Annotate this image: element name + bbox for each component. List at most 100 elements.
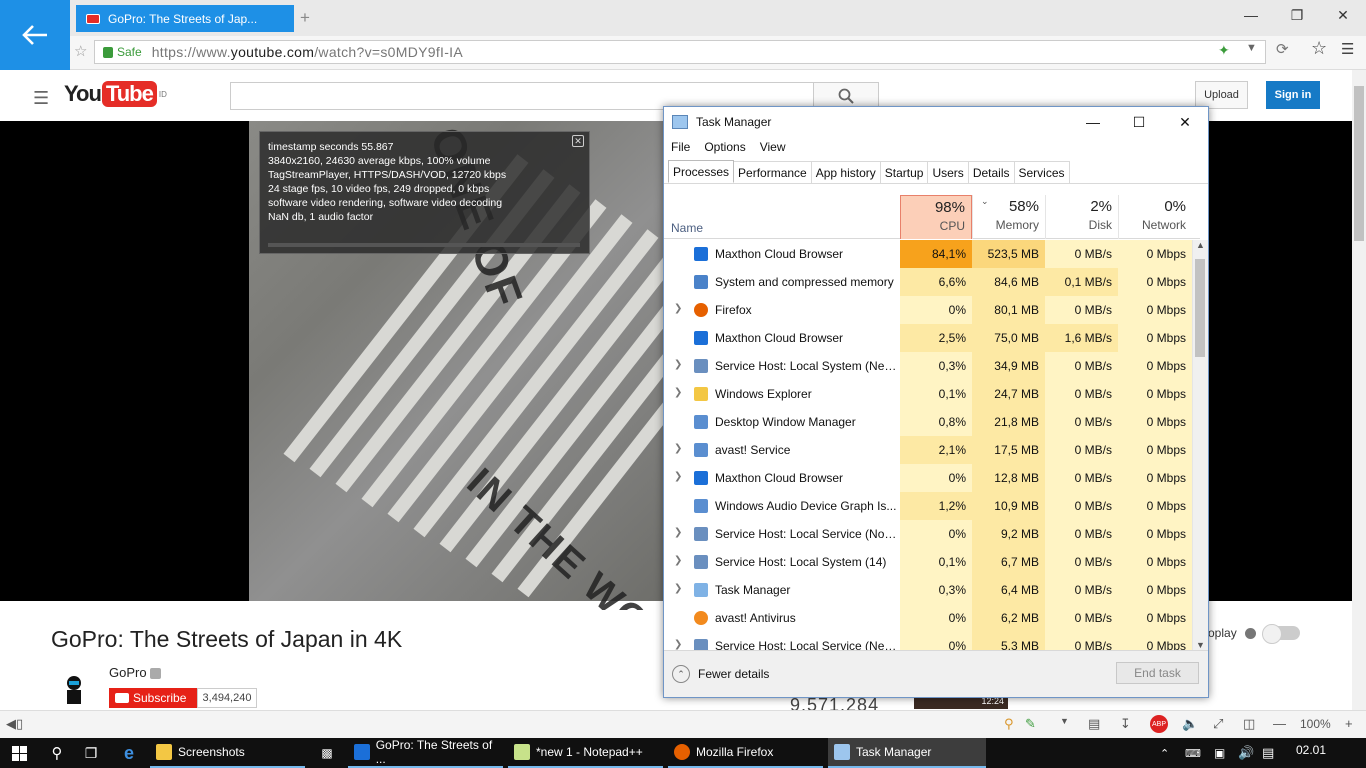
expand-chevron-icon[interactable]: ❯ <box>674 303 682 314</box>
process-list-scrollbar-thumb[interactable] <box>1195 259 1205 357</box>
taskbar-item-task-manager[interactable]: Task Manager <box>828 738 986 768</box>
menu-file[interactable]: File <box>671 140 690 154</box>
page-scrollbar-thumb[interactable] <box>1354 86 1364 241</box>
process-row[interactable]: ❯ Service Host: Local Service (No ... 0% 9,… <box>664 520 1192 548</box>
dropdown-icon[interactable]: ▼ <box>1060 716 1069 726</box>
favorites-star-icon[interactable]: ☆ <box>1311 38 1327 59</box>
tab-performance[interactable]: Performance <box>733 161 812 183</box>
close-button[interactable]: ✕ <box>1320 0 1366 30</box>
zoom-out-icon[interactable]: — <box>1273 716 1286 731</box>
expand-chevron-icon[interactable]: ❯ <box>674 639 682 650</box>
tab-processes[interactable]: Processes <box>668 160 735 183</box>
taskbar-item-screenshots[interactable]: Screenshots <box>150 738 305 768</box>
autoplay-toggle[interactable] <box>1261 624 1300 644</box>
process-disk: 0 MB/s <box>1045 240 1118 268</box>
search-icon[interactable]: ⚲ <box>44 738 70 768</box>
extension-icon[interactable]: ✎ <box>1025 716 1036 732</box>
tab-services[interactable]: Services <box>1013 161 1070 183</box>
browser-menu-icon[interactable]: ☰ <box>1341 40 1354 58</box>
zoom-in-icon[interactable]: + <box>1345 716 1353 731</box>
tray-chevron-icon[interactable]: ⌃ <box>1160 738 1169 768</box>
subscribe-button[interactable]: Subscribe <box>109 688 197 708</box>
back-button[interactable] <box>0 0 70 70</box>
menu-view[interactable]: View <box>760 140 786 154</box>
youtube-logo[interactable]: You Tube ID <box>64 81 167 107</box>
tab-users[interactable]: Users <box>927 161 969 183</box>
star-outline-icon[interactable]: ☆ <box>74 42 87 60</box>
taskbar-clock[interactable]: 02.01 <box>1296 743 1326 757</box>
adblock-icon[interactable]: ABP <box>1150 715 1168 733</box>
tm-minimize-button[interactable]: — <box>1070 107 1116 137</box>
dropdown-icon[interactable]: ▼ <box>1246 42 1257 54</box>
fewer-details-button[interactable]: ⌃ Fewer details <box>672 665 769 683</box>
expand-chevron-icon[interactable]: ❯ <box>674 359 682 370</box>
ime-icon[interactable]: ⌨ <box>1185 738 1201 768</box>
column-header-memory[interactable]: ⌄ 58% Memory <box>972 195 1045 239</box>
process-row[interactable]: Maxthon Cloud Browser 84,1% 523,5 MB 0 MB/s… <box>664 240 1192 268</box>
process-row[interactable]: Windows Audio Device Graph Is... 1,2% 10,9… <box>664 492 1192 520</box>
expand-chevron-icon[interactable]: ❯ <box>674 387 682 398</box>
guide-menu-icon[interactable]: ☰ <box>33 88 49 109</box>
process-row[interactable]: ❯ avast! Service 2,1% 17,5 MB 0 MB/s 0 Mbps <box>664 436 1192 464</box>
tm-close-button[interactable]: ✕ <box>1162 107 1208 137</box>
split-view-icon[interactable]: ◫ <box>1243 716 1255 732</box>
network-icon[interactable]: ▣ <box>1214 738 1225 768</box>
plugin-icon[interactable]: ✦ <box>1218 42 1230 59</box>
menu-options[interactable]: Options <box>704 140 745 154</box>
notification-icon[interactable]: ▤ <box>1262 738 1274 768</box>
scroll-down-icon[interactable]: ▼ <box>1196 640 1205 650</box>
minimize-button[interactable]: — <box>1228 0 1274 30</box>
process-row[interactable]: avast! Antivirus 0% 6,2 MB 0 MB/s 0 Mbps <box>664 604 1192 632</box>
edge-icon[interactable]: e <box>116 738 142 768</box>
column-header-disk[interactable]: 2% Disk <box>1045 195 1118 239</box>
new-tab-button[interactable]: + <box>300 8 310 28</box>
process-row[interactable]: Desktop Window Manager 0,8% 21,8 MB 0 MB/s 0… <box>664 408 1192 436</box>
process-row[interactable]: ❯ Task Manager 0,3% 6,4 MB 0 MB/s 0 Mbps <box>664 576 1192 604</box>
column-header-cpu[interactable]: 98% CPU <box>900 195 972 239</box>
refresh-icon[interactable]: ⟳ <box>1276 40 1289 58</box>
process-row[interactable]: System and compressed memory 6,6% 84,6 MB 0… <box>664 268 1192 296</box>
start-button[interactable] <box>4 738 34 768</box>
sign-in-button[interactable]: Sign in <box>1266 81 1320 109</box>
activity-icon[interactable]: ▤ <box>1088 716 1100 732</box>
scroll-up-icon[interactable]: ▲ <box>1196 240 1205 250</box>
address-bar[interactable]: Safe https://www.youtube.com/watch?v=s0M… <box>94 40 1266 64</box>
column-header-name[interactable]: Name <box>671 221 703 235</box>
tab-app-history[interactable]: App history <box>810 161 881 183</box>
store-icon[interactable]: ▩ <box>314 738 340 768</box>
process-row[interactable]: Maxthon Cloud Browser 2,5% 75,0 MB 1,6 MB/s… <box>664 324 1192 352</box>
expand-chevron-icon[interactable]: ❯ <box>674 583 682 594</box>
tab-youtube[interactable]: GoPro: The Streets of Jap... <box>76 5 294 32</box>
end-task-button[interactable]: End task <box>1116 662 1199 684</box>
expand-chevron-icon[interactable]: ❯ <box>674 527 682 538</box>
process-row[interactable]: ❯ Firefox 0% 80,1 MB 0 MB/s 0 Mbps <box>664 296 1192 324</box>
process-row[interactable]: ❯ Service Host: Local System (Net... 0,3% 3… <box>664 352 1192 380</box>
maximize-button[interactable]: ❐ <box>1274 0 1320 30</box>
fullscreen-icon[interactable]: ⤢ <box>1213 716 1223 732</box>
speaker-icon[interactable]: 🔈 <box>1182 716 1198 732</box>
process-row[interactable]: ❯ Service Host: Local Service (Net... 0% 5,… <box>664 632 1192 650</box>
column-header-network[interactable]: 0% Network <box>1118 195 1192 239</box>
expand-chevron-icon[interactable]: ❯ <box>674 443 682 454</box>
expand-chevron-icon[interactable]: ❯ <box>674 471 682 482</box>
expand-chevron-icon[interactable]: ❯ <box>674 555 682 566</box>
key-icon[interactable]: ⚲ <box>1004 716 1014 732</box>
upload-button[interactable]: Upload <box>1195 81 1248 109</box>
tab-startup[interactable]: Startup <box>879 161 929 183</box>
sidebar-toggle-icon[interactable]: ◀▯ <box>6 716 23 732</box>
close-stats-icon[interactable]: ✕ <box>572 135 584 147</box>
process-row[interactable]: ❯ Service Host: Local System (14) 0,1% 6,7 … <box>664 548 1192 576</box>
taskbar-item-notepad[interactable]: *new 1 - Notepad++ <box>508 738 663 768</box>
tm-maximize-button[interactable]: ☐ <box>1116 107 1162 137</box>
channel-avatar[interactable] <box>55 673 93 707</box>
volume-icon[interactable]: 🔊 <box>1238 738 1254 768</box>
channel-name[interactable]: GoPro <box>109 665 162 680</box>
taskbar-item-maxthon[interactable]: GoPro: The Streets of ... <box>348 738 503 768</box>
taskbar-item-firefox[interactable]: Mozilla Firefox <box>668 738 823 768</box>
zoom-level[interactable]: 100% <box>1300 717 1331 731</box>
process-row[interactable]: ❯ Windows Explorer 0,1% 24,7 MB 0 MB/s 0 Mbps <box>664 380 1192 408</box>
download-icon[interactable]: ↧ <box>1120 716 1131 732</box>
process-row[interactable]: ❯ Maxthon Cloud Browser 0% 12,8 MB 0 MB/s 0 M… <box>664 464 1192 492</box>
task-view-icon[interactable]: ❐ <box>78 738 104 768</box>
tab-details[interactable]: Details <box>967 161 1015 183</box>
